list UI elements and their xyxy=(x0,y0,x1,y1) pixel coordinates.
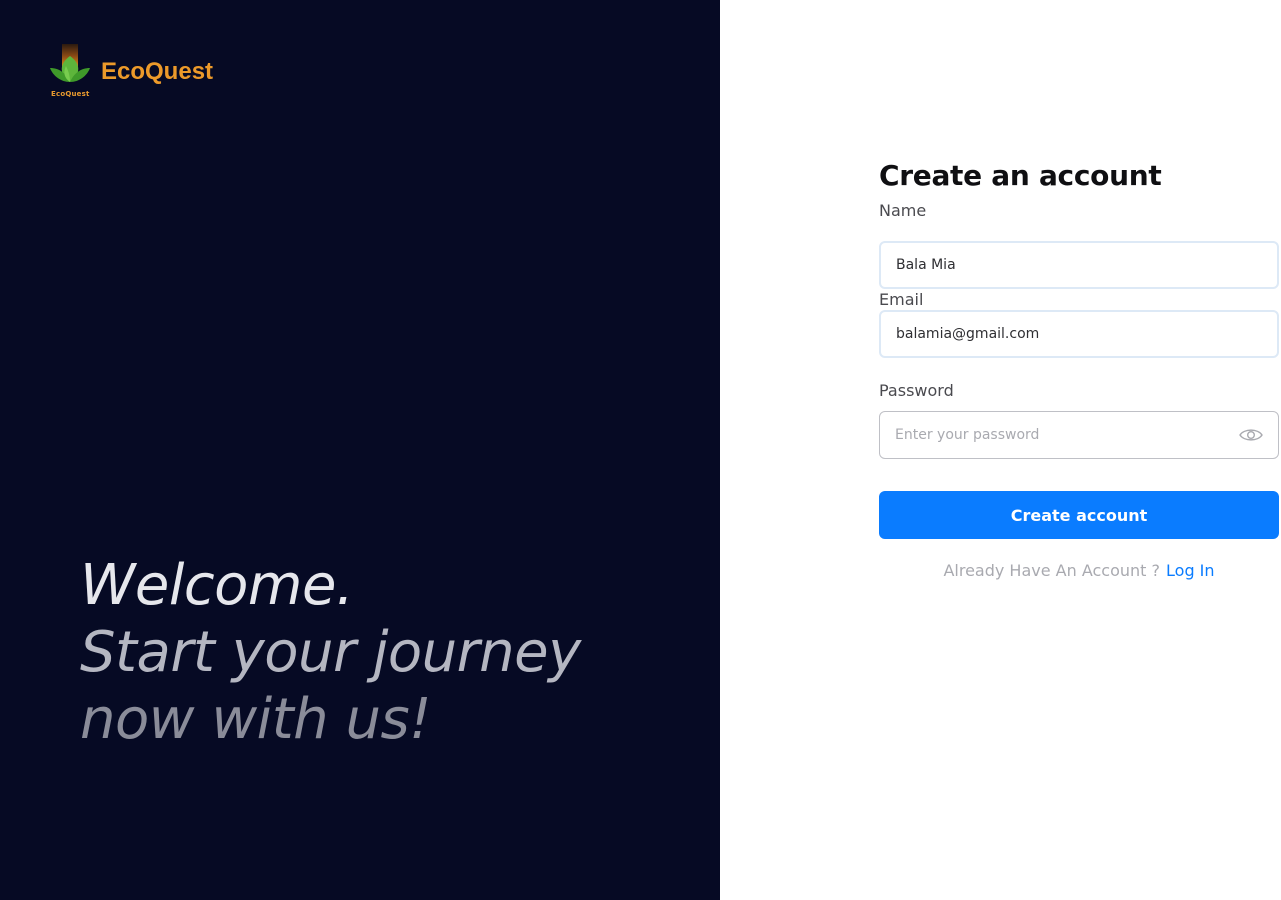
email-field[interactable]: balamia@gmail.com xyxy=(879,310,1279,358)
welcome-message: Welcome. Start your journey now with us! xyxy=(80,552,581,753)
create-account-button[interactable]: Create account xyxy=(879,491,1279,539)
password-placeholder: Enter your password xyxy=(895,427,1040,443)
logo-caption: EcoQuest xyxy=(51,90,90,98)
name-field[interactable]: Bala Mia xyxy=(879,241,1279,289)
welcome-panel: EcoQuest EcoQuest Welcome. Start your jo… xyxy=(0,0,720,900)
page-title: Create an account xyxy=(879,159,1162,192)
login-prompt: Already Have An Account ? xyxy=(943,561,1161,580)
password-field[interactable]: Enter your password xyxy=(879,411,1279,459)
brand[interactable]: EcoQuest EcoQuest xyxy=(47,42,213,100)
lotus-icon: EcoQuest xyxy=(47,42,93,100)
password-label: Password xyxy=(879,381,954,400)
brand-name: EcoQuest xyxy=(101,58,214,85)
welcome-line-2: Start your journey xyxy=(80,620,581,685)
welcome-line-1: Welcome. xyxy=(80,553,354,618)
signup-form: Create an account Name Bala Mia Email ba… xyxy=(879,156,1279,580)
email-label: Email xyxy=(879,290,924,309)
login-prompt-row: Already Have An Account ? Log In xyxy=(879,561,1279,580)
eye-icon[interactable] xyxy=(1239,427,1263,443)
name-label: Name xyxy=(879,201,927,220)
welcome-line-3: now with us! xyxy=(80,687,432,752)
login-link[interactable]: Log In xyxy=(1166,561,1215,580)
